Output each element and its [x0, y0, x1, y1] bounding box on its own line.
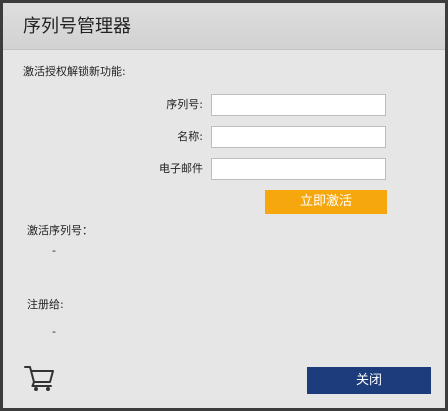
shopping-cart-icon[interactable]: [24, 364, 56, 392]
serial-manager-window: 序列号管理器 激活授权解锁新功能: 序列号: 名称: 电子邮件 立即激活 激活序…: [3, 3, 445, 408]
registered-to-label: 注册给:: [27, 298, 64, 311]
intro-text: 激活授权解锁新功能:: [23, 65, 126, 78]
close-button[interactable]: 关闭: [307, 367, 431, 394]
registered-to-value: -: [52, 325, 56, 338]
activated-serial-value: -: [52, 244, 56, 257]
serial-number-label: 序列号:: [166, 98, 203, 111]
window-title: 序列号管理器: [23, 16, 131, 37]
title-bar: 序列号管理器: [3, 3, 445, 50]
activate-now-button[interactable]: 立即激活: [265, 190, 387, 214]
name-input[interactable]: [211, 126, 386, 148]
email-label: 电子邮件: [159, 162, 203, 175]
activated-serial-label: 激活序列号：: [27, 224, 93, 237]
name-label: 名称:: [177, 130, 203, 143]
serial-number-input[interactable]: [211, 94, 386, 116]
email-input[interactable]: [211, 158, 386, 180]
